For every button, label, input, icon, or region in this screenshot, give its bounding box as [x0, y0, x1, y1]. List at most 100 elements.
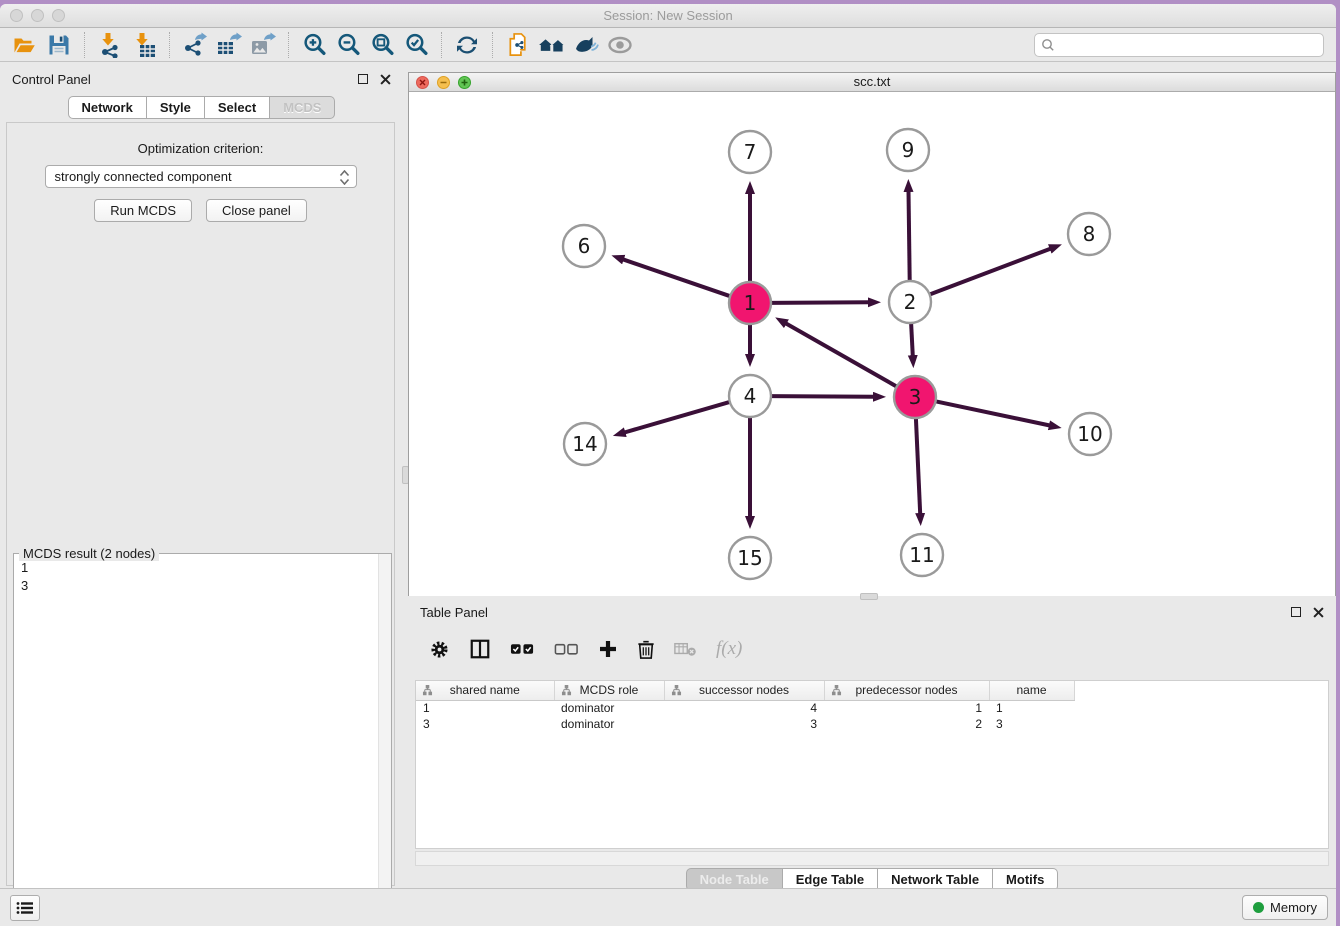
graph-node[interactable]: 3 [894, 376, 936, 418]
column-header[interactable]: predecessor nodes [824, 681, 989, 700]
table-cell[interactable]: 3 [989, 716, 1074, 732]
tab-style[interactable]: Style [147, 96, 205, 119]
zoom-fit-icon[interactable] [365, 30, 399, 60]
deselect-all-icon[interactable] [554, 642, 579, 656]
table-settings-gear-icon[interactable] [429, 639, 450, 660]
hide-graphics-details-icon[interactable] [603, 30, 637, 60]
column-header[interactable]: shared name [416, 681, 554, 700]
memory-button[interactable]: Memory [1242, 895, 1328, 920]
open-session-icon[interactable] [8, 30, 42, 60]
function-builder-icon: f(x) [716, 638, 742, 660]
toolbar-separator [492, 32, 493, 58]
delete-row-trash-icon[interactable] [637, 639, 655, 660]
control-panel-title: Control Panel [12, 72, 358, 87]
mcds-result-text[interactable]: 1 3 [15, 556, 377, 926]
graph-node[interactable]: 2 [889, 281, 931, 323]
table-horizontal-scrollbar[interactable] [415, 851, 1329, 866]
table-cell[interactable]: 4 [664, 700, 824, 716]
tab-mcds[interactable]: MCDS [270, 96, 335, 119]
network-canvas[interactable]: 7 9 6 8 1 2 4 3 14 10 15 11 [409, 93, 1335, 596]
graph-node[interactable]: 14 [564, 423, 606, 465]
show-panels-list-button[interactable] [10, 895, 40, 921]
table-toolbar: f(x) [415, 629, 1329, 669]
table-cell[interactable]: 1 [824, 700, 989, 716]
network-hubs-icon[interactable] [535, 30, 569, 60]
svg-text:7: 7 [744, 140, 757, 164]
close-panel-button[interactable]: Close panel [206, 199, 307, 222]
node-table: shared nameMCDS rolesuccessor nodesprede… [416, 681, 1075, 732]
graph-node[interactable]: 10 [1069, 413, 1111, 455]
control-panel: Control Panel Network Style Select MCDS … [0, 66, 403, 892]
graph-node[interactable]: 7 [729, 131, 771, 173]
import-table-icon[interactable] [127, 30, 161, 60]
graph-edge [786, 323, 897, 386]
result-scrollbar[interactable] [378, 554, 391, 926]
graph-edge [624, 402, 729, 433]
graph-edge [930, 249, 1051, 295]
minimize-window-button[interactable] [31, 9, 44, 22]
svg-text:8: 8 [1083, 222, 1096, 246]
graph-node[interactable]: 9 [887, 129, 929, 171]
criterion-dropdown[interactable]: strongly connected component [45, 165, 357, 188]
svg-text:11: 11 [909, 543, 934, 567]
search-input[interactable] [1034, 33, 1324, 57]
column-header[interactable]: successor nodes [664, 681, 824, 700]
toolbar-separator [169, 32, 170, 58]
table-cell[interactable]: dominator [554, 700, 664, 716]
float-panel-icon[interactable] [358, 74, 368, 84]
close-table-panel-icon[interactable] [1313, 607, 1324, 618]
svg-text:9: 9 [902, 138, 915, 162]
graph-node[interactable]: 6 [563, 225, 605, 267]
show-graphics-details-icon[interactable] [569, 30, 603, 60]
refresh-view-icon[interactable] [450, 30, 484, 60]
column-header[interactable]: name [989, 681, 1074, 700]
duplicate-network-icon[interactable] [501, 30, 535, 60]
table-cell[interactable]: 1 [416, 700, 554, 716]
network-minimize-icon[interactable] [437, 76, 450, 89]
control-panel-tabs: Network Style Select MCDS [0, 96, 403, 119]
network-close-icon[interactable] [416, 76, 429, 89]
run-mcds-button[interactable]: Run MCDS [94, 199, 192, 222]
table-panel: Table Panel [408, 599, 1336, 892]
zoom-out-icon[interactable] [331, 30, 365, 60]
graph-node[interactable]: 15 [729, 537, 771, 579]
table-row[interactable]: 1dominator411 [416, 700, 1074, 716]
tab-network[interactable]: Network [68, 96, 147, 119]
zoom-selected-icon[interactable] [399, 30, 433, 60]
table-row[interactable]: 3dominator323 [416, 716, 1074, 732]
select-all-icon[interactable] [510, 642, 535, 656]
close-window-button[interactable] [10, 9, 23, 22]
add-column-icon[interactable] [598, 639, 618, 659]
network-graph: 7 9 6 8 1 2 4 3 14 10 15 11 [409, 93, 1335, 596]
svg-text:14: 14 [572, 432, 597, 456]
svg-text:1: 1 [744, 291, 757, 315]
network-view-window: scc.txt 7968124314101511 [408, 72, 1336, 596]
table-cell[interactable]: 1 [989, 700, 1074, 716]
table-cell[interactable]: 3 [416, 716, 554, 732]
export-image-icon[interactable] [246, 30, 280, 60]
network-maximize-icon[interactable] [458, 76, 471, 89]
export-table-icon[interactable] [212, 30, 246, 60]
graph-node[interactable]: 11 [901, 534, 943, 576]
table-cell[interactable]: 3 [664, 716, 824, 732]
close-panel-icon[interactable] [380, 74, 391, 85]
svg-text:10: 10 [1077, 422, 1102, 446]
import-network-icon[interactable] [93, 30, 127, 60]
tab-select[interactable]: Select [205, 96, 270, 119]
export-network-icon[interactable] [178, 30, 212, 60]
graph-node[interactable]: 4 [729, 375, 771, 417]
table-cell[interactable]: 2 [824, 716, 989, 732]
show-columns-icon[interactable] [469, 638, 491, 660]
toolbar-separator [84, 32, 85, 58]
maximize-window-button[interactable] [52, 9, 65, 22]
table-cell[interactable]: dominator [554, 716, 664, 732]
column-header[interactable]: MCDS role [554, 681, 664, 700]
graph-node[interactable]: 8 [1068, 213, 1110, 255]
memory-label: Memory [1270, 900, 1317, 915]
float-table-panel-icon[interactable] [1291, 607, 1301, 617]
graph-edge [771, 302, 869, 303]
titlebar: Session: New Session [0, 4, 1336, 28]
zoom-in-icon[interactable] [297, 30, 331, 60]
save-session-icon[interactable] [42, 30, 76, 60]
graph-node[interactable]: 1 [729, 282, 771, 324]
